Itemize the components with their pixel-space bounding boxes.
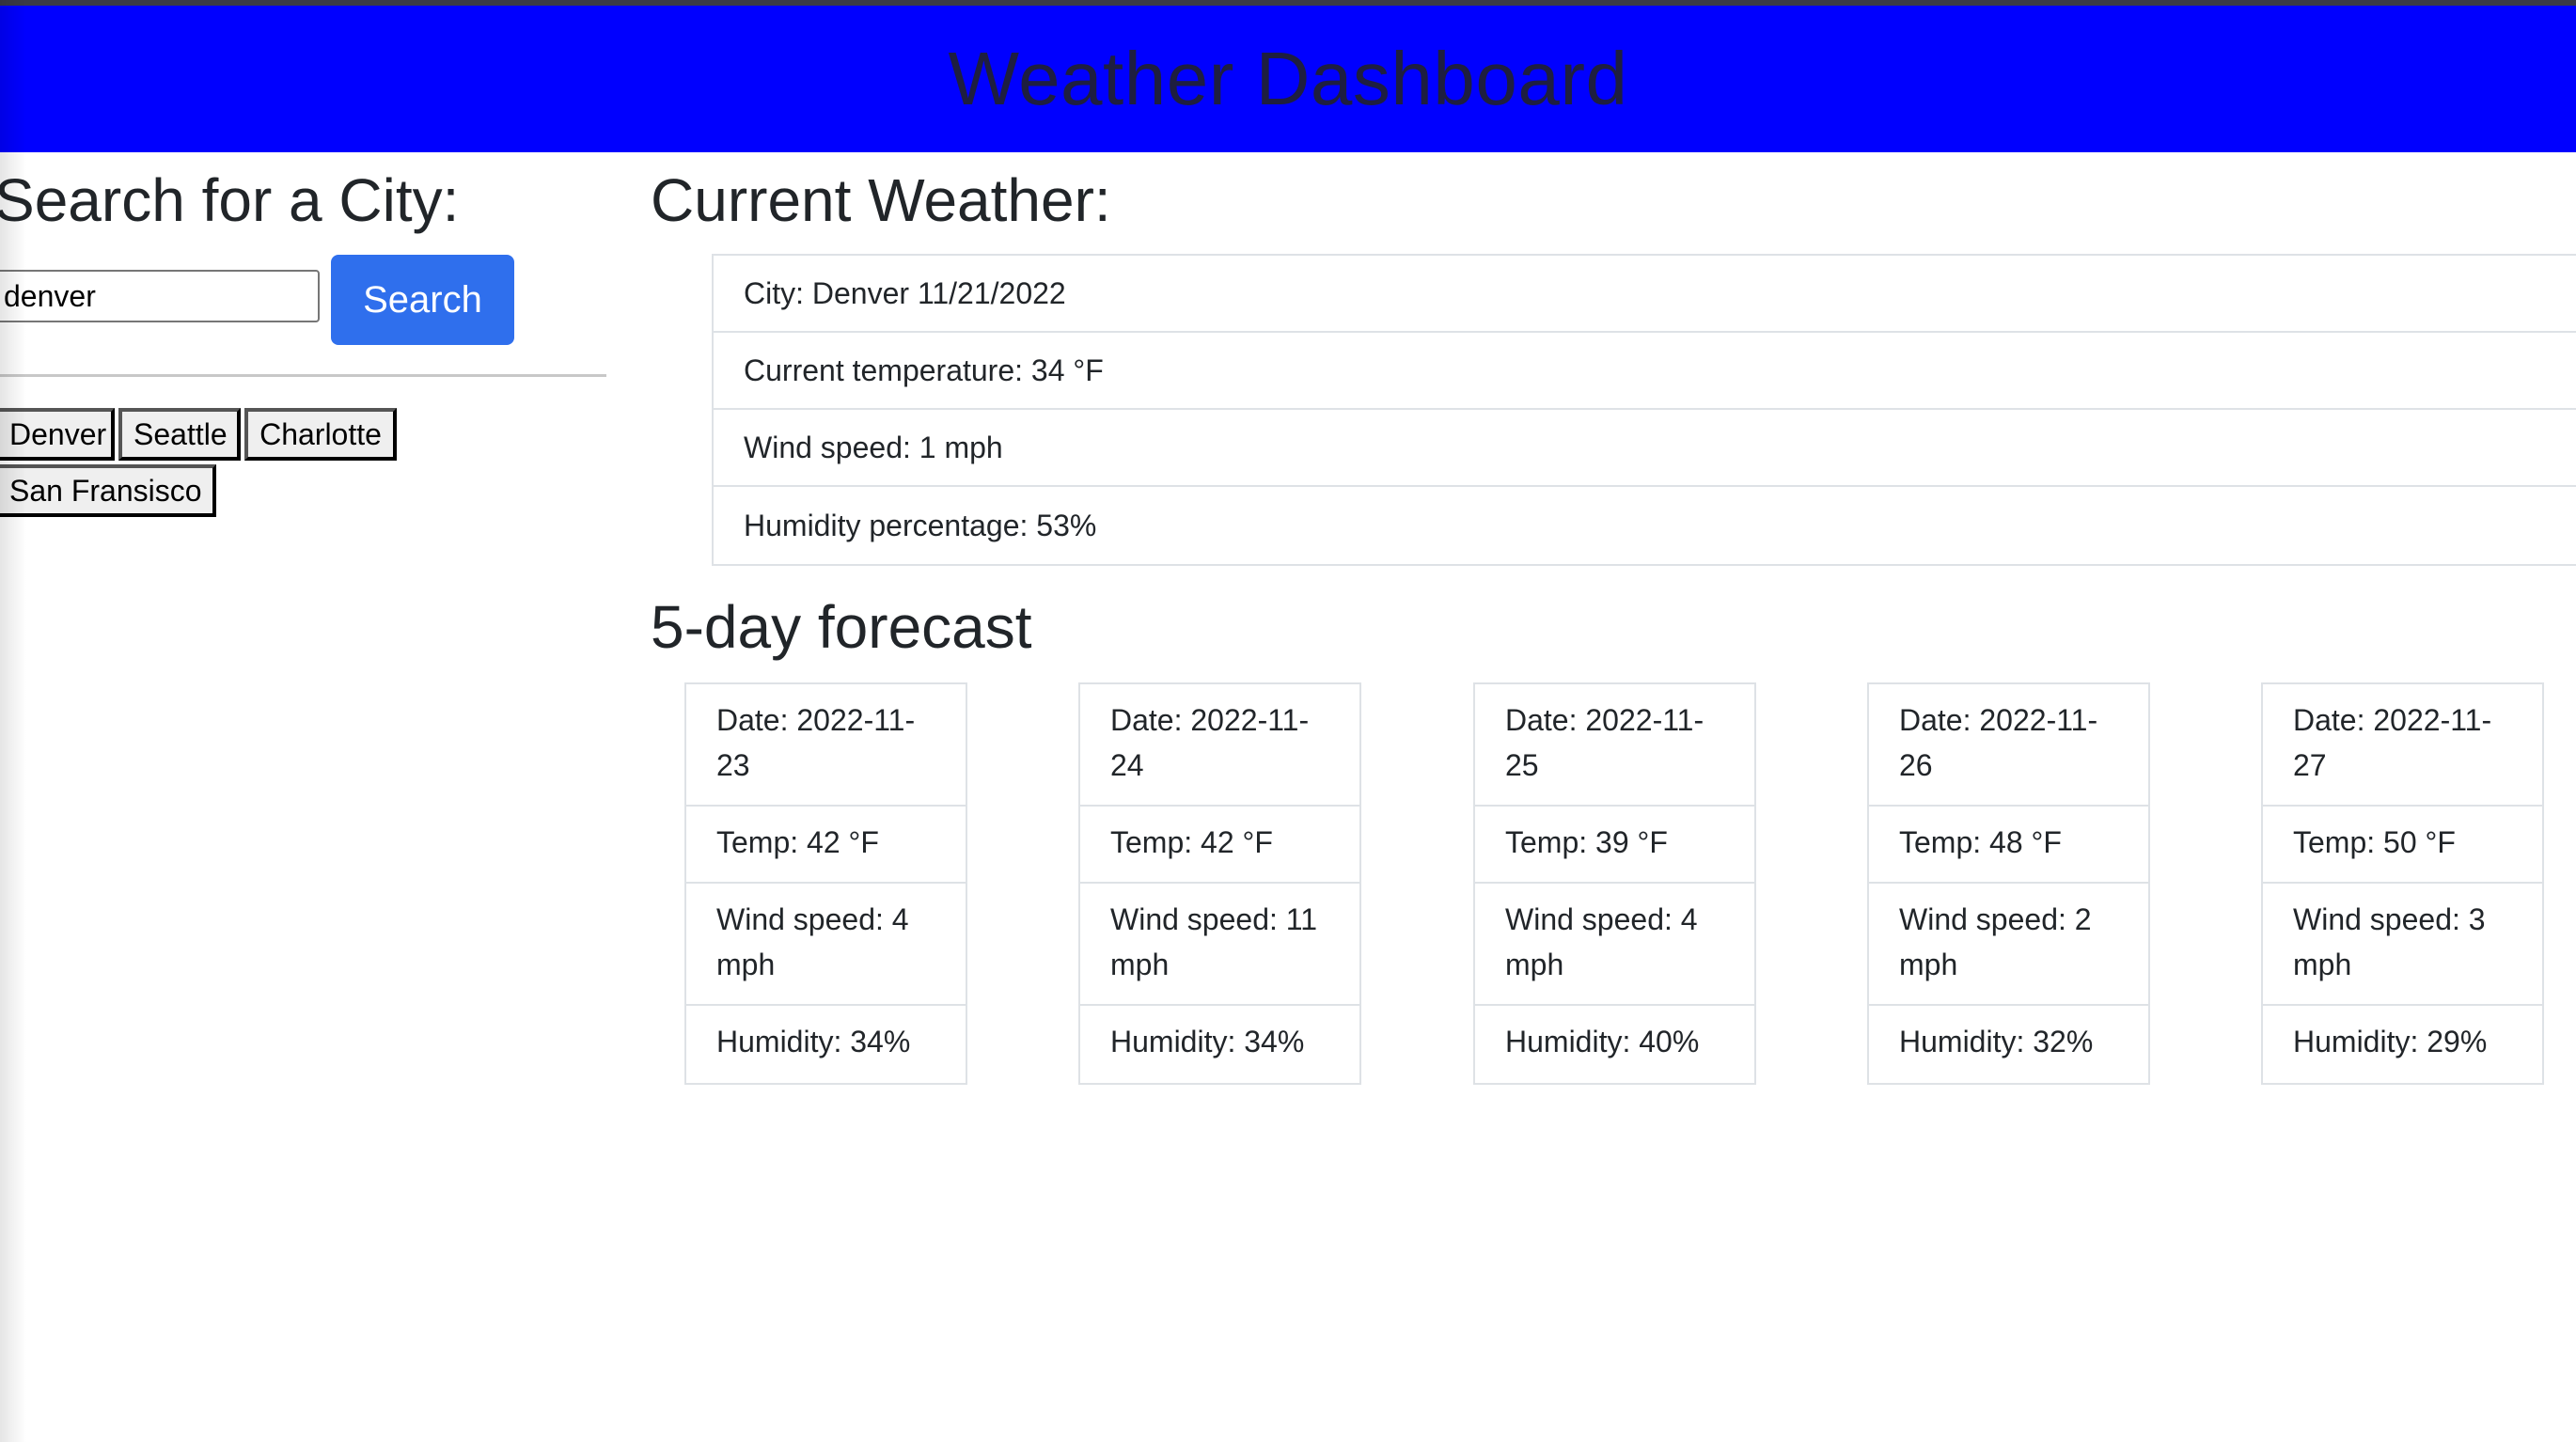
forecast-wind: Wind speed: 4 mph: [1475, 884, 1754, 1006]
search-divider: [0, 374, 606, 377]
history-button-denver[interactable]: Denver: [0, 408, 115, 461]
current-temperature: Current temperature: 34 °F: [714, 333, 2576, 410]
forecast-card-day-5: Date: 2022-11-27 Temp: 50 °F Wind speed:…: [2261, 682, 2544, 1085]
weather-dashboard-page: Weather Dashboard Search for a City: Sea…: [0, 0, 2576, 1442]
forecast-wind: Wind speed: 11 mph: [1080, 884, 1359, 1006]
forecast-humidity: Humidity: 29%: [2293, 1025, 2488, 1058]
history-button-charlotte[interactable]: Charlotte: [244, 408, 397, 461]
forecast-humidity: Humidity: 32%: [1899, 1025, 2094, 1058]
forecast-temp: Temp: 50 °F: [2263, 807, 2542, 884]
forecast-humidity: Humidity: 34%: [1110, 1025, 1305, 1058]
forecast-card-day-3: Date: 2022-11-25 Temp: 39 °F Wind speed:…: [1473, 682, 1756, 1085]
forecast-date: Date: 2022-11-27: [2263, 684, 2542, 807]
forecast-card-day-2: Date: 2022-11-24 Temp: 42 °F Wind speed:…: [1078, 682, 1361, 1085]
forecast-date: Date: 2022-11-24: [1080, 684, 1359, 807]
forecast-heading: 5-day forecast: [651, 593, 1032, 661]
history-button-seattle[interactable]: Seattle: [118, 408, 241, 461]
forecast-temp: Temp: 42 °F: [686, 807, 966, 884]
forecast-wind: Wind speed: 2 mph: [1869, 884, 2148, 1006]
forecast-wind: Wind speed: 4 mph: [686, 884, 966, 1006]
forecast-temp: Temp: 48 °F: [1869, 807, 2148, 884]
forecast-date: Date: 2022-11-23: [686, 684, 966, 807]
city-search-input[interactable]: [0, 270, 320, 322]
current-wind-speed: Wind speed: 1 mph: [714, 410, 2576, 487]
search-button[interactable]: Search: [331, 255, 514, 345]
history-button-san-fransisco[interactable]: San Fransisco: [0, 464, 216, 517]
search-heading: Search for a City:: [0, 166, 460, 234]
current-weather-heading: Current Weather:: [651, 166, 1111, 234]
current-humidity: Humidity percentage: 53%: [744, 508, 1097, 542]
forecast-wind: Wind speed: 3 mph: [2263, 884, 2542, 1006]
forecast-humidity: Humidity: 34%: [716, 1025, 911, 1058]
forecast-temp: Temp: 39 °F: [1475, 807, 1754, 884]
page-title: Weather Dashboard: [948, 37, 1628, 120]
forecast-date: Date: 2022-11-25: [1475, 684, 1754, 807]
forecast-card-day-1: Date: 2022-11-23 Temp: 42 °F Wind speed:…: [684, 682, 967, 1085]
forecast-card-day-4: Date: 2022-11-26 Temp: 48 °F Wind speed:…: [1867, 682, 2150, 1085]
current-city-date: City: Denver 11/21/2022: [714, 256, 2576, 333]
forecast-humidity: Humidity: 40%: [1505, 1025, 1700, 1058]
forecast-date: Date: 2022-11-26: [1869, 684, 2148, 807]
forecast-temp: Temp: 42 °F: [1080, 807, 1359, 884]
page-header: Weather Dashboard: [0, 6, 2576, 152]
current-weather-list: City: Denver 11/21/2022 Current temperat…: [712, 254, 2576, 566]
